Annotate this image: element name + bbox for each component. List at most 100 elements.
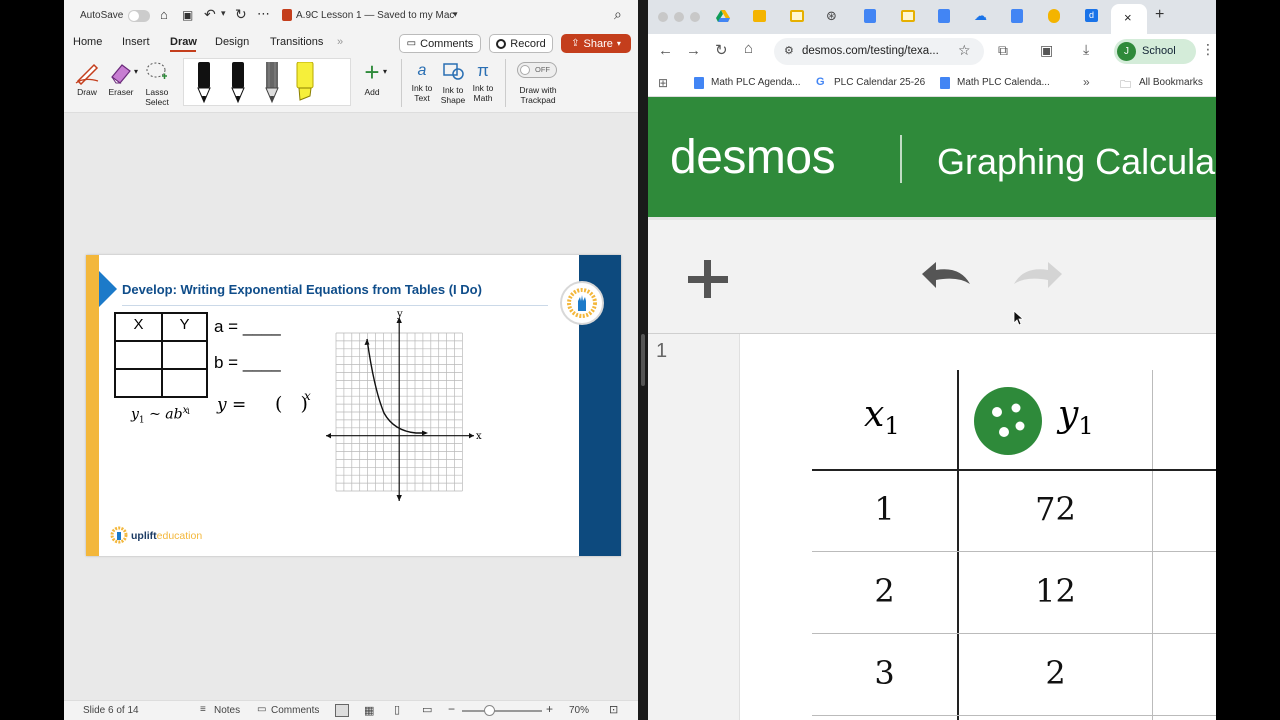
- slideshow-icon[interactable]: ▭: [422, 703, 432, 716]
- docs-tab-2-icon[interactable]: [938, 9, 950, 23]
- url-text[interactable]: desmos.com/testing/texa...: [802, 45, 939, 57]
- normal-view-icon[interactable]: [335, 704, 349, 717]
- undo-dropdown-icon[interactable]: ▾: [221, 8, 226, 19]
- classroom-tab-icon[interactable]: [753, 10, 766, 22]
- add-pen-button[interactable]: + Add: [358, 59, 386, 97]
- add-expression-icon[interactable]: [686, 258, 730, 302]
- document-title[interactable]: A.9C Lesson 1 — Saved to my Mac: [296, 10, 454, 21]
- more-bookmarks-icon[interactable]: »: [1083, 75, 1090, 89]
- undo-desmos-icon[interactable]: [920, 258, 974, 292]
- add-dropdown-icon[interactable]: ▾: [383, 67, 387, 76]
- tab-home[interactable]: Home: [73, 36, 102, 48]
- extensions-icon[interactable]: ⧉: [998, 42, 1008, 59]
- tab-transitions[interactable]: Transitions: [270, 36, 323, 48]
- window-minimize-dot[interactable]: [674, 12, 684, 22]
- pencil-icon[interactable]: [262, 62, 282, 104]
- tab-search-icon[interactable]: ▣: [1040, 42, 1053, 59]
- window-zoom-dot[interactable]: [690, 12, 700, 22]
- redo-desmos-icon[interactable]: [1010, 258, 1064, 292]
- search-icon[interactable]: ⌕: [614, 6, 622, 23]
- home-icon[interactable]: ⌂: [160, 7, 168, 22]
- drive-tab-icon[interactable]: [716, 10, 730, 22]
- eraser-tool-button[interactable]: Eraser: [105, 59, 137, 97]
- black-pen-icon[interactable]: [194, 62, 214, 104]
- home-browser-icon[interactable]: ⌂: [744, 40, 753, 57]
- ink-to-shape-button[interactable]: Ink to Shape: [437, 59, 469, 105]
- reading-view-icon[interactable]: ▯: [394, 703, 400, 716]
- undo-icon[interactable]: ↶: [204, 6, 216, 23]
- split-view-divider[interactable]: [638, 0, 648, 720]
- trackpad-toggle[interactable]: OFF: [517, 62, 557, 78]
- tab-insert[interactable]: Insert: [122, 36, 150, 48]
- window-close-dot[interactable]: [658, 12, 668, 22]
- desmos-logo[interactable]: desmos: [670, 130, 836, 185]
- zoom-out-icon[interactable]: −: [448, 702, 455, 716]
- save-icon[interactable]: ▣: [182, 8, 193, 22]
- draw-tool-button[interactable]: Draw: [72, 59, 102, 97]
- autosave-toggle[interactable]: [128, 10, 150, 22]
- forward-icon[interactable]: →: [686, 42, 701, 59]
- redo-icon[interactable]: ↻: [235, 6, 247, 23]
- point-style-icon[interactable]: [973, 386, 1043, 456]
- profile-chip[interactable]: J School: [1114, 39, 1196, 64]
- record-button[interactable]: Record: [489, 34, 553, 53]
- table-cell-y-2[interactable]: 12: [959, 572, 1152, 610]
- table-cell-x-3[interactable]: 3: [812, 654, 957, 692]
- reload-icon[interactable]: ↻: [715, 41, 728, 59]
- notes-button[interactable]: Notes: [214, 705, 240, 716]
- desmos-tab-icon[interactable]: d: [1085, 9, 1098, 22]
- slide-editing-area[interactable]: Develop: Writing Exponential Equations f…: [64, 113, 638, 700]
- lasso-select-button[interactable]: Lasso Select: [141, 59, 173, 107]
- zoom-slider-track[interactable]: [462, 710, 542, 712]
- new-tab-icon[interactable]: +: [1155, 6, 1164, 24]
- docs-tab-3-icon[interactable]: [1011, 9, 1023, 23]
- slide[interactable]: Develop: Writing Exponential Equations f…: [86, 255, 621, 556]
- tab-design[interactable]: Design: [215, 36, 249, 48]
- bookmark-3[interactable]: Math PLC Calenda...: [957, 77, 1050, 88]
- zoom-level[interactable]: 70%: [569, 705, 589, 716]
- active-tab[interactable]: ×: [1111, 4, 1147, 34]
- bookmark-2[interactable]: PLC Calendar 25-26: [834, 77, 925, 88]
- fit-slide-icon[interactable]: ⊡: [609, 703, 618, 716]
- table-cell-y-1[interactable]: 72: [959, 490, 1152, 528]
- download-icon[interactable]: ⤓: [1083, 41, 1089, 58]
- close-tab-icon[interactable]: ×: [1124, 10, 1132, 25]
- column-header-x1[interactable]: x1: [864, 394, 900, 440]
- all-bookmarks[interactable]: All Bookmarks: [1139, 77, 1203, 88]
- slides-tab-icon[interactable]: [790, 10, 804, 22]
- share-button[interactable]: ⇪ Share ▾: [561, 34, 631, 53]
- slide-sorter-icon[interactable]: ▦: [364, 704, 374, 717]
- eraser-dropdown-icon[interactable]: ▾: [134, 67, 138, 76]
- divider-handle[interactable]: [641, 334, 645, 386]
- table-cell-y-3[interactable]: 2: [959, 654, 1152, 692]
- tab-draw[interactable]: Draw: [170, 36, 197, 48]
- title-dropdown-icon[interactable]: ▾: [453, 9, 458, 20]
- comments-status-icon[interactable]: ▭: [257, 704, 266, 715]
- zoom-slider-knob[interactable]: [484, 705, 495, 716]
- chrome-menu-icon[interactable]: ⋮: [1201, 41, 1215, 58]
- zoom-in-icon[interactable]: +: [546, 702, 553, 716]
- notes-icon[interactable]: ≡: [200, 704, 206, 715]
- ink-to-text-button[interactable]: a Ink to Text: [407, 59, 437, 103]
- site-info-icon[interactable]: ⚙: [784, 44, 794, 57]
- ink-to-math-button[interactable]: π Ink to Math: [468, 59, 498, 103]
- column-header-y1[interactable]: y1: [1058, 394, 1094, 440]
- black-pen-2-icon[interactable]: [228, 62, 248, 104]
- bookmark-star-icon[interactable]: ☆: [958, 42, 971, 59]
- more-tabs-icon[interactable]: »: [337, 36, 343, 48]
- address-bar[interactable]: ⚙ desmos.com/testing/texa... ☆: [774, 38, 984, 65]
- bookmark-1[interactable]: Math PLC Agenda...: [711, 77, 801, 88]
- table-cell-x-2[interactable]: 2: [812, 572, 957, 610]
- comments-button[interactable]: ▭ Comments: [399, 34, 481, 53]
- back-icon[interactable]: ←: [658, 42, 673, 59]
- table-expression[interactable]: x1 y1 1 72 2 12 3 2: [740, 334, 1216, 720]
- lightbulb-tab-icon[interactable]: [1048, 9, 1060, 23]
- cloud-tab-icon[interactable]: ☁: [974, 8, 987, 24]
- table-cell-x-1[interactable]: 1: [812, 490, 957, 528]
- chatgpt-tab-icon[interactable]: ⊛: [826, 8, 837, 24]
- docs-tab-icon[interactable]: [864, 9, 876, 23]
- comments-status-button[interactable]: Comments: [271, 705, 319, 716]
- slides-tab-2-icon[interactable]: [901, 10, 915, 22]
- apps-grid-icon[interactable]: ⊞: [658, 76, 668, 90]
- more-icon[interactable]: ⋯: [257, 6, 270, 22]
